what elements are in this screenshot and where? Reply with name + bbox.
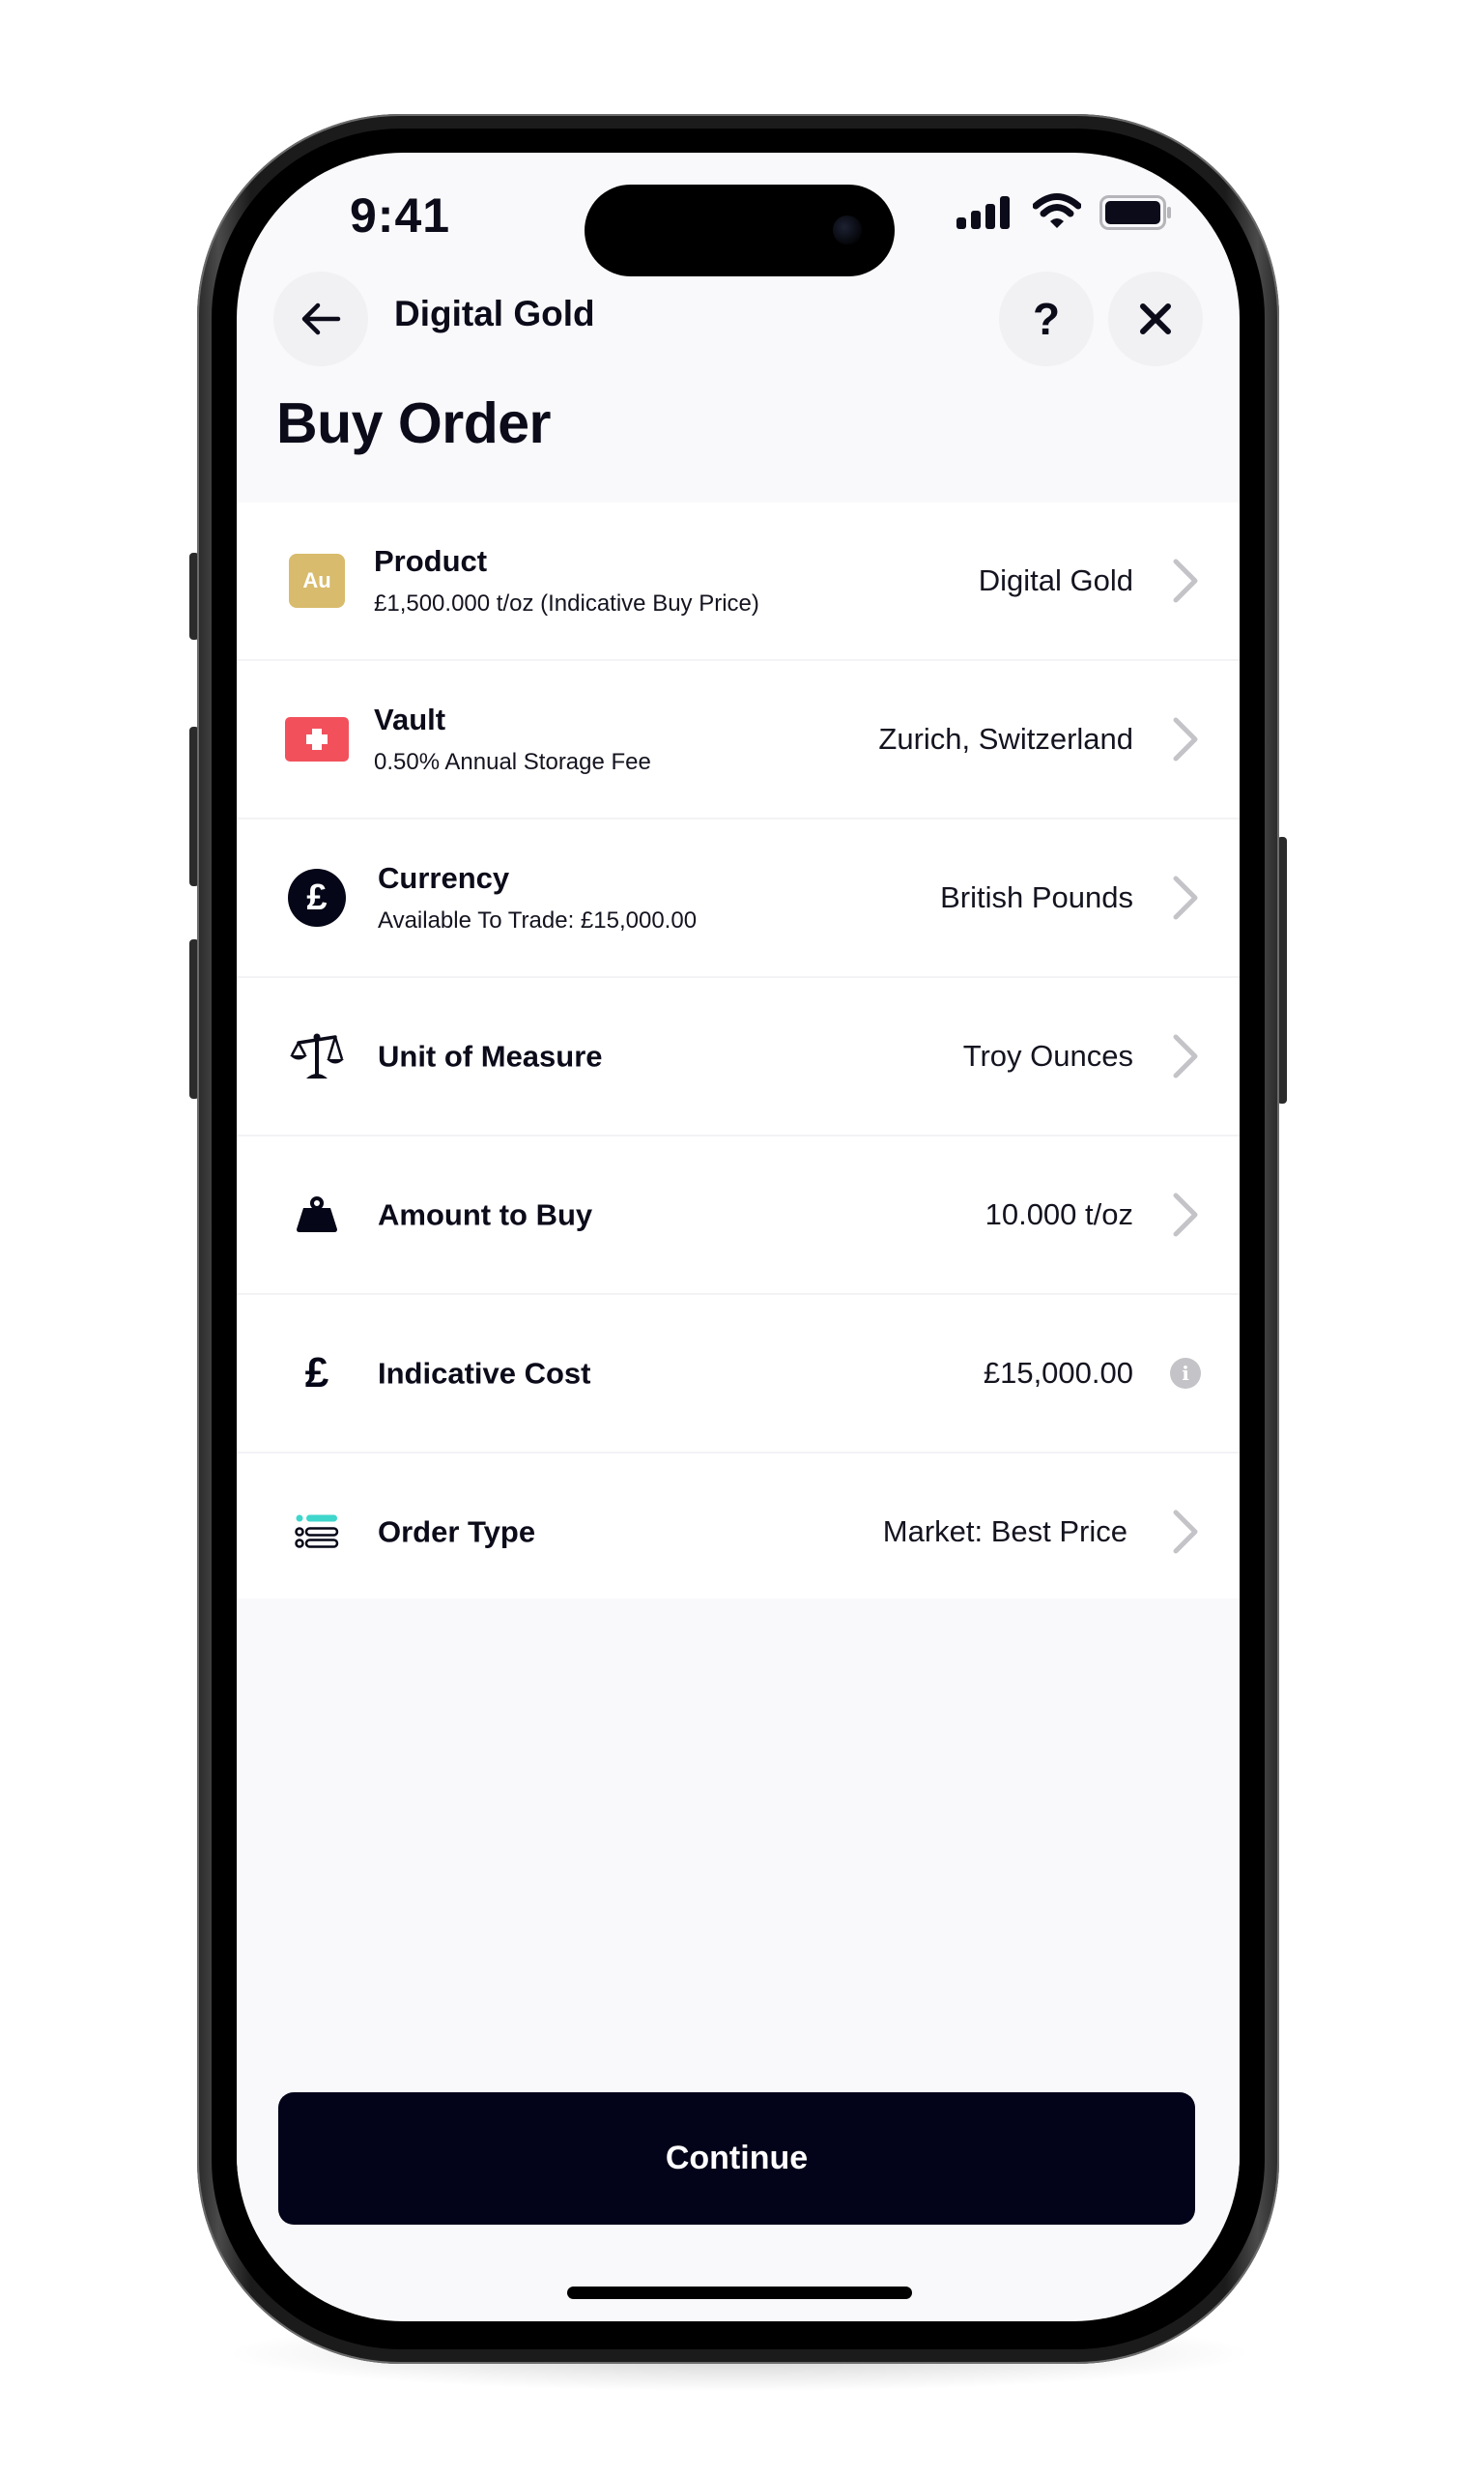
- row-text: Currency Available To Trade: £15,000.00: [378, 860, 697, 935]
- row-value: Digital Gold: [978, 563, 1133, 597]
- row-title: Order Type: [378, 1514, 536, 1549]
- weight-glyph: [297, 1196, 337, 1232]
- row-text: Unit of Measure: [378, 1038, 603, 1074]
- row-value: £15,000.00: [983, 1356, 1133, 1390]
- swiss-flag: [285, 717, 349, 762]
- nav-title: Digital Gold: [394, 294, 595, 333]
- row-unit-of-measure[interactable]: Unit of Measure Troy Ounces: [237, 978, 1240, 1136]
- help-button[interactable]: ?: [999, 272, 1094, 366]
- battery-icon: [1099, 195, 1171, 230]
- row-text: Indicative Cost: [378, 1355, 591, 1391]
- close-icon: [1140, 303, 1171, 334]
- row-title: Amount to Buy: [378, 1197, 593, 1232]
- empty-content-area: [237, 1598, 1240, 2178]
- row-title: Vault: [374, 703, 446, 737]
- status-time: 9:41: [350, 188, 451, 243]
- row-text: Vault 0.50% Annual Storage Fee: [374, 702, 651, 777]
- continue-button[interactable]: Continue: [278, 2092, 1195, 2225]
- au-badge: Au: [289, 554, 345, 608]
- row-vault[interactable]: Vault 0.50% Annual Storage Fee Zurich, S…: [237, 661, 1240, 820]
- row-title: Currency: [378, 861, 510, 896]
- swiss-flag-icon: [283, 705, 351, 773]
- row-value: British Pounds: [940, 880, 1133, 914]
- row-amount-to-buy[interactable]: Amount to Buy 10.000 t/oz: [237, 1136, 1240, 1295]
- row-value: Market: Best Price: [882, 1514, 1127, 1548]
- arrow-left-icon: [301, 302, 341, 335]
- row-text: Product £1,500.000 t/oz (Indicative Buy …: [374, 543, 759, 618]
- row-text: Amount to Buy: [378, 1196, 592, 1232]
- wifi-icon: [1033, 193, 1081, 228]
- dynamic-island: [585, 185, 895, 276]
- chevron-right-icon: [1173, 1034, 1198, 1079]
- order-list-glyph: [295, 1514, 339, 1548]
- chevron-right-icon: [1173, 717, 1198, 762]
- weight-icon: [283, 1181, 351, 1249]
- order-list-icon: [283, 1498, 351, 1566]
- back-button[interactable]: [273, 272, 368, 366]
- row-order-type[interactable]: Order Type Market: Best Price: [237, 1453, 1240, 1610]
- home-indicator[interactable]: [567, 2287, 912, 2299]
- signal-icon: [956, 196, 1010, 229]
- mockup-stage: 9:41 Digital Gold ? Buy Order Au Product…: [0, 0, 1484, 2474]
- info-icon[interactable]: i: [1170, 1358, 1201, 1389]
- close-button[interactable]: [1108, 272, 1203, 366]
- phone-screen: 9:41 Digital Gold ? Buy Order Au Product…: [237, 153, 1240, 2321]
- row-subtitle: £1,500.000 t/oz (Indicative Buy Price): [374, 590, 759, 618]
- chevron-right-icon: [1173, 1510, 1198, 1554]
- camera-icon: [833, 216, 862, 245]
- pound-circle: £: [288, 869, 346, 927]
- row-value: Zurich, Switzerland: [878, 722, 1133, 756]
- pound-icon: £: [283, 1339, 351, 1407]
- row-value: Troy Ounces: [962, 1039, 1133, 1073]
- row-title: Product: [374, 544, 488, 579]
- row-currency[interactable]: £ Currency Available To Trade: £15,000.0…: [237, 820, 1240, 978]
- row-title: Indicative Cost: [378, 1356, 591, 1391]
- row-text: Order Type: [378, 1513, 535, 1549]
- pound-circle-icon: £: [283, 864, 351, 932]
- question-icon: ?: [1032, 294, 1061, 344]
- page-title: Buy Order: [276, 391, 552, 455]
- row-subtitle: Available To Trade: £15,000.00: [378, 907, 698, 935]
- scales-glyph: [290, 1033, 344, 1079]
- pound-glyph: £: [304, 1349, 329, 1396]
- row-subtitle: 0.50% Annual Storage Fee: [374, 749, 651, 776]
- row-title: Unit of Measure: [378, 1039, 603, 1074]
- scales-icon: [283, 1022, 351, 1090]
- chevron-right-icon: [1173, 876, 1198, 920]
- chevron-right-icon: [1173, 1193, 1198, 1237]
- row-indicative-cost: £ Indicative Cost £15,000.00 i: [237, 1295, 1240, 1453]
- row-product[interactable]: Au Product £1,500.000 t/oz (Indicative B…: [237, 503, 1240, 661]
- row-value: 10.000 t/oz: [985, 1197, 1133, 1231]
- chevron-right-icon: [1173, 559, 1198, 603]
- order-settings-list: Au Product £1,500.000 t/oz (Indicative B…: [237, 503, 1240, 1610]
- au-badge-icon: Au: [283, 547, 351, 615]
